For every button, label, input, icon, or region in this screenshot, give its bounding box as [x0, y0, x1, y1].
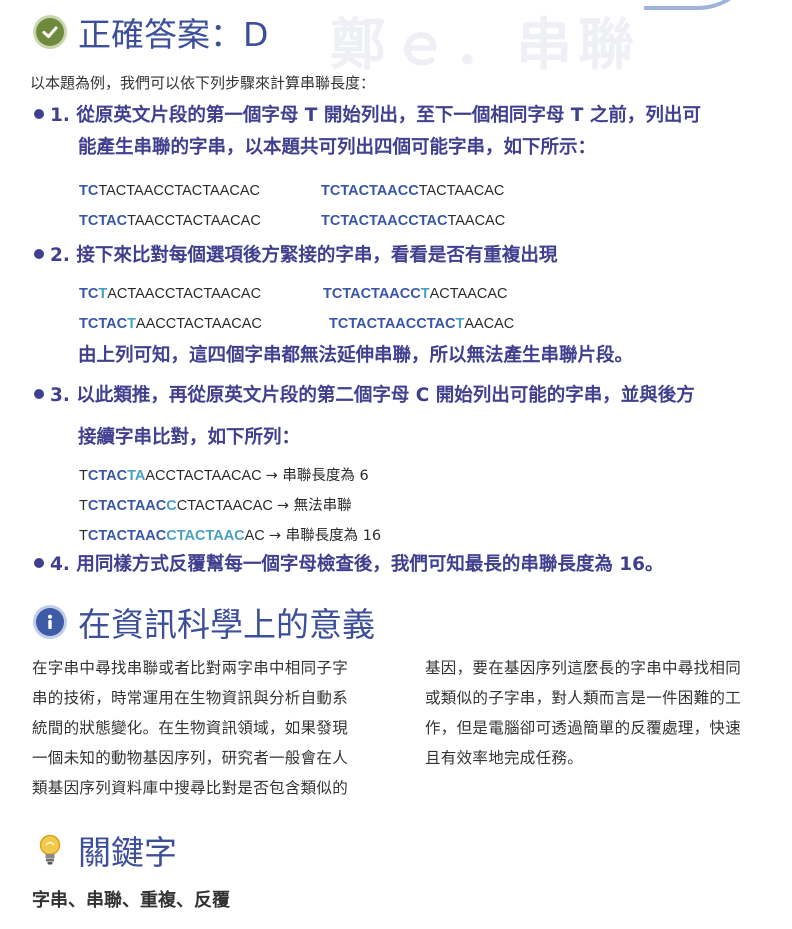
result-text: → 串聯長度為 6: [265, 468, 369, 484]
meaning-paragraph-left: 在字串中尋找串聯或者比對兩字串中相同子字 串的技術，時常運用在生物資訊與分析自動…: [32, 659, 349, 797]
sequence-row: TCTACTAACCTACTAACAC: [323, 286, 508, 302]
sequence-row: TCTACTAACCTACTAACAC: [79, 213, 261, 229]
sequence-row: TCTACTAACCTACTAACAC → 串聯長度為 16: [79, 528, 382, 544]
background-watermark: 鄭ｅ．串聯: [330, 12, 640, 78]
step-1: 1. 從原英文片段的第一個字母 T 開始列出，至下一個相同字母 T 之前，列出可…: [34, 100, 774, 164]
bullet-dot: [34, 109, 44, 119]
sequence-row: TCTACTAACCTACTAACAC: [79, 316, 262, 332]
step-4: 4. 用同樣方式反覆幫每一個字母檢查後，我們可知最長的串聯長度為 16。: [34, 549, 774, 581]
step-3: 3. 以此類推，再從原英文片段的第二個字母 C 開始列出可能的字串，並與後方 接…: [34, 380, 774, 454]
lightbulb-icon: [36, 834, 64, 865]
bullet-dot: [34, 389, 44, 399]
step-1-line-1: 1. 從原英文片段的第一個字母 T 開始列出，至下一個相同字母 T 之前，列出可: [50, 105, 701, 126]
keywords-list: 字串、串聯、重複、反覆: [32, 890, 230, 911]
step-2-line-1: 2. 接下來比對每個選項後方緊接的字串，看看是否有重複出現: [50, 245, 558, 266]
meaning-heading: 在資訊科學上的意義: [36, 598, 375, 646]
result-text: → 無法串聯: [276, 498, 352, 514]
meaning-title: 在資訊科學上的意義: [78, 605, 375, 644]
sequence-row: TCTACTAACCTACTAACAC: [329, 316, 515, 332]
sequence-row: TCTACTAACCTACTAACAC: [79, 183, 260, 199]
step-2: 2. 接下來比對每個選項後方緊接的字串，看看是否有重複出現: [34, 240, 774, 272]
result-text: → 串聯長度為 16: [268, 528, 382, 544]
check-icon: [36, 18, 64, 46]
sequence-row: TCTACTAACCTACTAACAC: [321, 183, 505, 199]
keywords-title: 關鍵字: [78, 833, 177, 872]
answer-heading: 正確答案：D: [36, 8, 268, 56]
sequence-row: TCTACTAACCCTACTAACAC → 無法串聯: [79, 498, 352, 514]
intro-text: 以本題為例，我們可以依下列步驟來計算串聯長度：: [30, 74, 376, 92]
step-3-line-2: 接續字串比對，如下所列：: [78, 427, 301, 448]
step-1-line-2: 能產生串聯的字串，以本題共可列出四個可能字串，如下所示：: [78, 137, 597, 158]
step-4-line-1: 4. 用同樣方式反覆幫每一個字母檢查後，我們可知最長的串聯長度為 16。: [50, 554, 664, 575]
sequence-row: TCTACTAACCTACTAACAC: [321, 213, 506, 229]
info-icon: [36, 608, 64, 636]
meaning-paragraph-right: 基因，要在基因序列這麼長的字串中尋找相同 或類似的子字串，對人類而言是一件困難的…: [425, 659, 742, 767]
bullet-dot: [34, 249, 44, 259]
corner-decoration: [644, 0, 758, 10]
bullet-dot: [34, 558, 44, 568]
keywords-heading: 關鍵字: [36, 826, 177, 874]
sequence-row: TCTACTAACCTACTAACAC → 串聯長度為 6: [79, 468, 369, 484]
answer-title: 正確答案：D: [78, 15, 269, 54]
step-2-conclusion: 由上列可知，這四個字串都無法延伸串聯，所以無法產生串聯片段。: [78, 345, 634, 366]
sequence-row: TCTACTAACCTACTAACAC: [79, 286, 262, 302]
step-3-line-1: 3. 以此類推，再從原英文片段的第二個字母 C 開始列出可能的字串，並與後方: [50, 385, 695, 406]
